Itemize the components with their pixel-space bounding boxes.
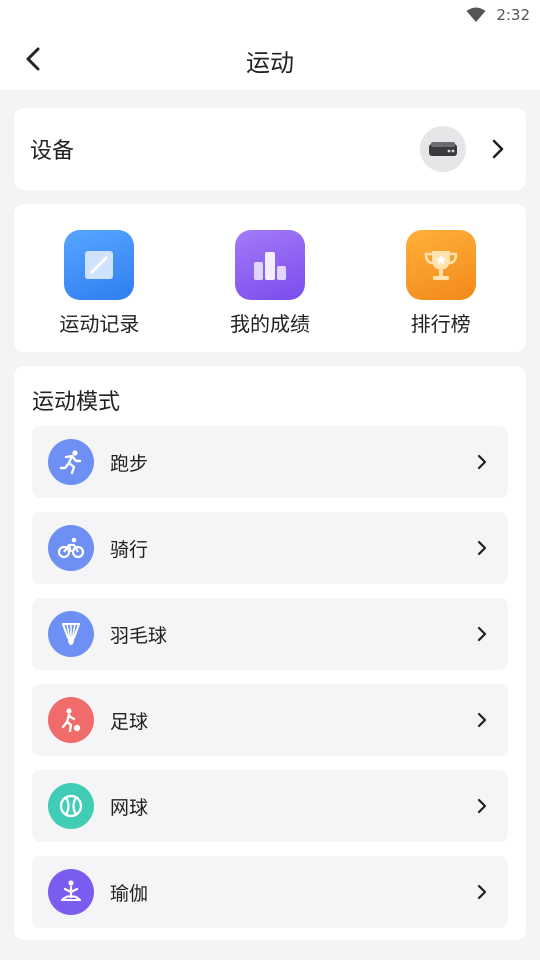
shortcut-label: 排行榜 — [410, 312, 471, 336]
mode-label: 骑行 — [110, 538, 149, 561]
section-title: 运动模式 — [32, 390, 121, 415]
shuttlecock-icon — [48, 611, 94, 657]
chevron-right-icon — [472, 452, 492, 472]
shortcut-panel: 运动记录 我的成绩 排行榜 — [14, 204, 526, 352]
device-label: 设备 — [30, 139, 75, 164]
yoga-icon — [48, 869, 94, 915]
mode-label: 羽毛球 — [110, 624, 168, 647]
mode-item-yoga[interactable]: 瑜伽 — [32, 856, 508, 928]
mode-item-running[interactable]: 跑步 — [32, 426, 508, 498]
running-icon — [48, 439, 94, 485]
football-icon — [48, 697, 94, 743]
trophy-icon — [424, 251, 457, 280]
chevron-right-icon — [472, 710, 492, 730]
device-row[interactable]: 设备 — [14, 108, 526, 190]
chevron-right-icon — [472, 538, 492, 558]
back-arrow-icon — [26, 47, 40, 71]
status-bar: 2:32 — [0, 0, 540, 30]
mode-label: 跑步 — [110, 452, 149, 475]
wifi-icon — [466, 7, 486, 23]
bar-chart-icon — [254, 252, 286, 280]
mode-label: 瑜伽 — [110, 882, 149, 905]
mode-item-badminton[interactable]: 羽毛球 — [32, 598, 508, 670]
shortcut-my-results[interactable]: 我的成绩 — [185, 204, 356, 352]
shortcut-leaderboard[interactable]: 排行榜 — [355, 204, 526, 352]
tennis-ball-icon — [48, 783, 94, 829]
status-time: 2:32 — [496, 6, 530, 24]
mode-item-football[interactable]: 足球 — [32, 684, 508, 756]
shortcut-icon-bg — [235, 230, 305, 300]
chevron-right-icon — [472, 624, 492, 644]
back-button[interactable] — [18, 44, 48, 74]
sport-mode-panel: 运动模式 跑步 骑行 羽毛球 足球 网球 瑜伽 — [14, 366, 526, 940]
device-icon — [420, 126, 466, 172]
mode-item-cycling[interactable]: 骑行 — [32, 512, 508, 584]
page-title: 运动 — [246, 48, 294, 77]
shortcut-icon-bg — [405, 230, 476, 300]
notebook-icon — [85, 251, 114, 279]
shortcut-label: 运动记录 — [59, 312, 140, 336]
cycling-icon — [48, 525, 94, 571]
mode-item-tennis[interactable]: 网球 — [32, 770, 508, 842]
mode-label: 足球 — [110, 710, 149, 733]
app-bar: 运动 — [0, 30, 540, 90]
mode-label: 网球 — [110, 796, 149, 819]
shortcut-label: 我的成绩 — [230, 312, 310, 336]
chevron-right-icon — [472, 882, 492, 902]
shortcut-icon-bg — [64, 230, 135, 300]
chevron-right-icon — [472, 796, 492, 816]
chevron-right-icon — [486, 137, 510, 161]
shortcut-exercise-record[interactable]: 运动记录 — [14, 204, 185, 352]
